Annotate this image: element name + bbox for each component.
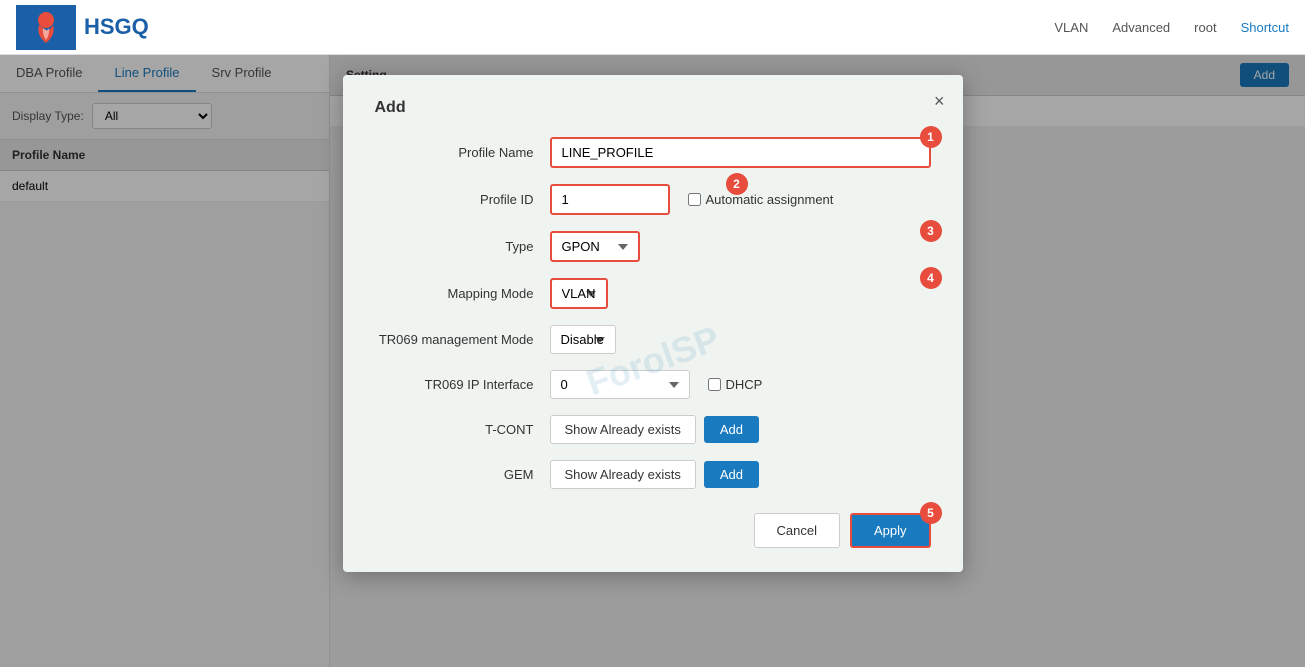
profile-name-input[interactable]: [550, 137, 931, 168]
cancel-button[interactable]: Cancel: [754, 513, 840, 548]
badge-4: 4: [920, 267, 942, 289]
type-label: Type: [375, 239, 550, 254]
tcont-show-exists-button[interactable]: Show Already exists: [550, 415, 696, 444]
apply-button[interactable]: Apply: [850, 513, 931, 548]
nav-advanced[interactable]: Advanced: [1112, 20, 1170, 35]
gem-label: GEM: [375, 467, 550, 482]
profile-id-row: Profile ID 2 Automatic assignment: [375, 184, 931, 215]
tcont-label: T-CONT: [375, 422, 550, 437]
tr069-mode-label: TR069 management Mode: [375, 332, 550, 347]
nav-root[interactable]: root: [1194, 20, 1216, 35]
gem-row: GEM Show Already exists Add: [375, 460, 931, 489]
modal-overlay: ForolSP Add × Profile Name 1 Profile ID: [0, 55, 1305, 667]
logo-icon: [31, 10, 61, 45]
modal-footer: Cancel Apply 5: [375, 513, 931, 548]
tr069-ip-select[interactable]: 0 1 2: [550, 370, 690, 399]
nav-shortcut[interactable]: Shortcut: [1241, 20, 1289, 35]
badge-5: 5: [920, 502, 942, 524]
mapping-mode-row: Mapping Mode VLAN GEM TLS 4: [375, 278, 931, 309]
badge-1: 1: [920, 126, 942, 148]
badge-3: 3: [920, 220, 942, 242]
modal-close-button[interactable]: ×: [934, 91, 945, 112]
profile-name-label: Profile Name: [375, 145, 550, 160]
tr069-mode-select[interactable]: Disable Enable: [550, 325, 616, 354]
profile-id-label: Profile ID: [375, 192, 550, 207]
tr069-mode-row: TR069 management Mode Disable Enable: [375, 325, 931, 354]
modal-dialog: Add × Profile Name 1 Profile ID: [343, 75, 963, 572]
gem-show-exists-button[interactable]: Show Already exists: [550, 460, 696, 489]
mapping-mode-select[interactable]: VLAN GEM TLS: [550, 278, 608, 309]
type-select[interactable]: GPON EPON 10G-EPON: [550, 231, 640, 262]
logo-box: [16, 5, 76, 50]
auto-assign-label: Automatic assignment: [688, 192, 834, 207]
tr069-ip-row: TR069 IP Interface 0 1 2 DHCP: [375, 370, 931, 399]
modal-title: Add: [375, 99, 931, 117]
bg-content: DBA Profile Line Profile Srv Profile Dis…: [0, 55, 1305, 667]
profile-id-input[interactable]: [550, 184, 670, 215]
logo-text: HSGQ: [84, 14, 149, 40]
dhcp-checkbox[interactable]: [708, 378, 721, 391]
mapping-mode-label: Mapping Mode: [375, 286, 550, 301]
auto-assign-checkbox[interactable]: [688, 193, 701, 206]
gem-add-button[interactable]: Add: [704, 461, 759, 488]
tcont-add-button[interactable]: Add: [704, 416, 759, 443]
logo-area: HSGQ: [16, 5, 346, 50]
type-row: Type GPON EPON 10G-EPON 3: [375, 231, 931, 262]
tr069-ip-label: TR069 IP Interface: [375, 377, 550, 392]
top-nav: HSGQ VLAN Advanced root Shortcut: [0, 0, 1305, 55]
tcont-row: T-CONT Show Already exists Add: [375, 415, 931, 444]
nav-vlan[interactable]: VLAN: [1054, 20, 1088, 35]
badge-2: 2: [726, 173, 748, 195]
dhcp-label: DHCP: [708, 377, 763, 392]
nav-links: VLAN Advanced root Shortcut: [1054, 20, 1289, 35]
profile-name-row: Profile Name 1: [375, 137, 931, 168]
